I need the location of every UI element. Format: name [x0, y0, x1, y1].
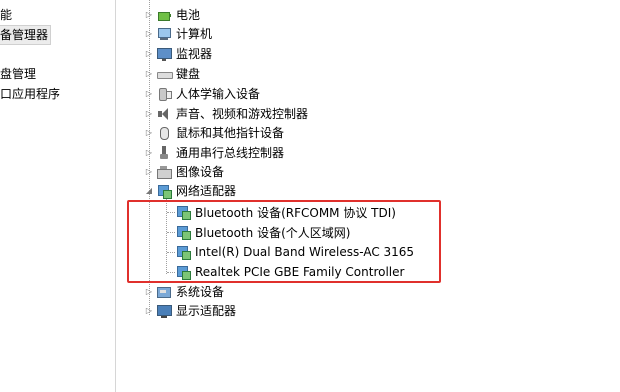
expand-arrow-icon[interactable]: ▷ — [145, 90, 153, 98]
expand-arrow-icon[interactable]: ▷ — [145, 50, 153, 58]
expand-arrow-icon[interactable]: ▷ — [145, 110, 153, 118]
tree-item-label: 电池 — [176, 8, 201, 22]
tree-item-battery[interactable]: ▷ 电池 — [140, 6, 200, 24]
highlight-box — [127, 200, 441, 283]
display-adapter-icon — [156, 303, 172, 319]
system-device-icon — [156, 284, 172, 300]
expand-arrow-icon[interactable]: ▷ — [145, 70, 153, 78]
tree-item-label: 人体学输入设备 — [176, 87, 261, 101]
hid-icon — [156, 86, 172, 102]
expand-arrow-icon[interactable]: ▷ — [145, 288, 153, 296]
sound-icon — [156, 106, 172, 122]
tree-item-usb[interactable]: ▷ 通用串行总线控制器 — [140, 144, 284, 162]
left-navigation-pane: 能 备管理器 盘管理 口应用程序 — [0, 0, 116, 392]
tree-item-label: 声音、视频和游戏控制器 — [176, 107, 309, 121]
expand-arrow-icon[interactable]: ▷ — [145, 0, 153, 1]
keyboard-icon — [156, 66, 173, 82]
expand-arrow-icon[interactable]: ▷ — [145, 149, 153, 157]
tree-item-computer[interactable]: ▷ 计算机 — [140, 25, 212, 43]
tree-item-sound[interactable]: ▷ 声音、视频和游戏控制器 — [140, 105, 308, 123]
device-icon — [156, 0, 172, 5]
nav-item-performance[interactable]: 能 — [0, 6, 12, 24]
tree-item-label: 通用串行总线控制器 — [176, 146, 285, 160]
expand-arrow-icon[interactable]: ▷ — [145, 129, 153, 137]
device-manager-window: 能 备管理器 盘管理 口应用程序 ▷ ▷ 电池 ▷ 计算机 ▷ — [0, 0, 620, 392]
expand-arrow-icon[interactable]: ▷ — [145, 307, 153, 315]
tree-item-label: 鼠标和其他指针设备 — [176, 126, 285, 140]
expand-arrow-icon[interactable]: ▷ — [145, 168, 153, 176]
tree-item-keyboard[interactable]: ▷ 键盘 — [140, 65, 200, 83]
network-adapter-icon — [156, 183, 172, 199]
mouse-icon — [156, 125, 172, 141]
device-tree: ▷ ▷ 电池 ▷ 计算机 ▷ 监视器 ▷ 键盘 ▷ 人体学输入设备 — [140, 0, 610, 392]
monitor-icon — [156, 46, 172, 62]
tree-item-hid[interactable]: ▷ 人体学输入设备 — [140, 85, 260, 103]
nav-item-services-applications[interactable]: 口应用程序 — [0, 85, 60, 103]
battery-icon — [156, 7, 172, 23]
tree-item-label: 网络适配器 — [176, 184, 237, 198]
tree-item-label: 系统设备 — [176, 285, 225, 299]
tree-item-mouse[interactable]: ▷ 鼠标和其他指针设备 — [140, 124, 284, 142]
tree-item-display-adapters[interactable]: ▷ 显示适配器 — [140, 302, 236, 320]
expand-arrow-icon[interactable]: ▷ — [145, 11, 153, 19]
computer-icon — [156, 26, 172, 42]
tree-item-label: 图像设备 — [176, 165, 225, 179]
collapse-arrow-icon[interactable]: ◢ — [145, 187, 153, 195]
usb-icon — [156, 145, 172, 161]
tree-item-imaging[interactable]: ▷ 图像设备 — [140, 163, 224, 181]
tree-item-label: 监视器 — [176, 47, 213, 61]
imaging-icon — [156, 164, 172, 180]
tree-item-label: 键盘 — [176, 67, 201, 81]
tree-item-monitor[interactable]: ▷ 监视器 — [140, 45, 212, 63]
tree-item-system-devices[interactable]: ▷ 系统设备 — [140, 283, 224, 301]
expand-arrow-icon[interactable]: ▷ — [145, 30, 153, 38]
nav-item-disk-management[interactable]: 盘管理 — [0, 65, 36, 83]
tree-item-label: 计算机 — [176, 27, 213, 41]
tree-item-label: 显示适配器 — [176, 304, 237, 318]
nav-item-device-manager[interactable]: 备管理器 — [0, 25, 52, 45]
tree-item-network-adapters[interactable]: ◢ 网络适配器 — [140, 182, 236, 200]
